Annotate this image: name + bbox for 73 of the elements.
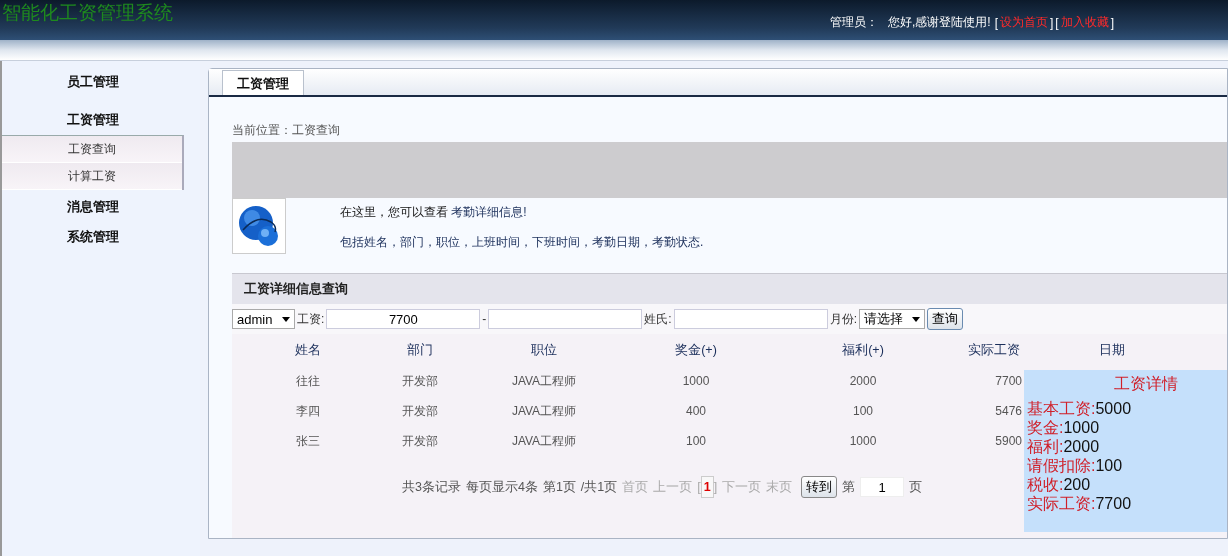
- greeting-text: 您好,感谢登陆使用!: [887, 14, 991, 31]
- table-cell-text: 2000: [848, 374, 878, 388]
- bracket-text: ]: [713, 480, 718, 494]
- salary-min-field[interactable]: 7700: [326, 309, 481, 329]
- column-header: 职位: [530, 341, 558, 359]
- pager-info: /共1页: [580, 478, 618, 496]
- goto-button[interactable]: 转到: [801, 476, 838, 498]
- table-cell-text: 开发部: [401, 432, 439, 450]
- detail-line: 实际工资:7700: [1027, 494, 1133, 513]
- column-header: 奖金(+): [674, 341, 718, 359]
- table-cell-text: 1000: [681, 374, 711, 388]
- user-select[interactable]: admin: [232, 309, 295, 329]
- detail-line: 请假扣除:100: [1027, 456, 1124, 475]
- breadcrumb: 当前位置：工资查询: [232, 122, 341, 139]
- intro-text: 在这里，您可以查看 考勤详细信息!: [340, 204, 528, 221]
- caret-icon: [912, 316, 921, 322]
- user-label: 管理员：: [829, 14, 878, 31]
- page-field[interactable]: 1: [860, 477, 905, 497]
- table-cell-text: 100: [852, 404, 874, 418]
- table-cell-text: 开发部: [401, 372, 439, 390]
- sidebar-item[interactable]: 工资查询: [2, 136, 182, 163]
- column-header: 姓名: [294, 341, 322, 359]
- query-button[interactable]: 查询: [927, 308, 964, 330]
- column-header: 福利(+): [841, 341, 885, 359]
- column-header: 日期: [1098, 341, 1126, 359]
- table-cell-text: JAVA工程师: [510, 372, 578, 390]
- detail-line: 基本工资:5000: [1027, 399, 1133, 418]
- bracket-text: [: [994, 15, 998, 30]
- section-title: 工资详细信息查询: [244, 282, 348, 296]
- table-cell-text: 李四: [295, 402, 321, 420]
- pager-info: 第1页: [542, 478, 576, 496]
- table-cell-text: 400: [685, 404, 707, 418]
- caret-icon: [282, 316, 290, 322]
- table-cell-text: 5476: [994, 404, 1022, 418]
- month-label: 月份:: [829, 310, 858, 328]
- detail-line: 福利:2000: [1027, 437, 1101, 456]
- month-select[interactable]: 请选择: [859, 309, 926, 329]
- sidebar-group[interactable]: 消息管理: [2, 198, 184, 228]
- sidebar-group[interactable]: 员工管理: [2, 73, 184, 103]
- bracket-text: ]: [1049, 15, 1054, 30]
- bracket-text: [: [697, 480, 701, 494]
- page-prefix: 第: [842, 478, 856, 496]
- table-cell-text: 张三: [295, 432, 321, 450]
- surname-label: 姓氏:: [644, 310, 672, 328]
- detail-line: 奖金:1000: [1027, 418, 1101, 437]
- tab[interactable]: 工资管理: [222, 70, 304, 95]
- sidebar-group[interactable]: 系统管理: [2, 228, 184, 258]
- table-cell-text: 100: [685, 434, 707, 448]
- app-title: 智能化工资管理系统: [1, 1, 173, 25]
- detail-line: 税收:200: [1027, 475, 1092, 494]
- table-cell-text: 7700: [994, 374, 1022, 388]
- salary-label: 工资:: [297, 310, 325, 328]
- table-cell-text: 往往: [295, 372, 321, 390]
- range-separator: -: [482, 312, 487, 326]
- bracket-text: ]: [1110, 15, 1114, 30]
- surname-field[interactable]: [673, 309, 828, 329]
- table-cell-text: 5900: [994, 434, 1022, 448]
- pager-info: 每页显示4条: [465, 478, 538, 496]
- detail-title: 工资详情: [1112, 374, 1179, 394]
- page-suffix: 页: [909, 478, 923, 496]
- column-header: 实际工资: [967, 341, 1021, 359]
- globe-icon: [237, 204, 281, 248]
- column-header: 部门: [406, 341, 434, 359]
- table-cell-text: 开发部: [401, 402, 439, 420]
- bracket-text: [: [1055, 15, 1059, 30]
- salary-max-field[interactable]: [488, 309, 643, 329]
- pager-info: 共3条记录: [402, 478, 461, 496]
- table-cell-text: JAVA工程师: [510, 402, 578, 420]
- intro-description: 包括姓名，部门，职位，上班时间，下班时间，考勤日期，考勤状态.: [340, 234, 704, 251]
- current-page[interactable]: 1: [700, 476, 714, 498]
- table-cell-text: 1000: [848, 434, 878, 448]
- table-cell-text: JAVA工程师: [510, 432, 578, 450]
- sidebar-item[interactable]: 计算工资: [2, 163, 182, 190]
